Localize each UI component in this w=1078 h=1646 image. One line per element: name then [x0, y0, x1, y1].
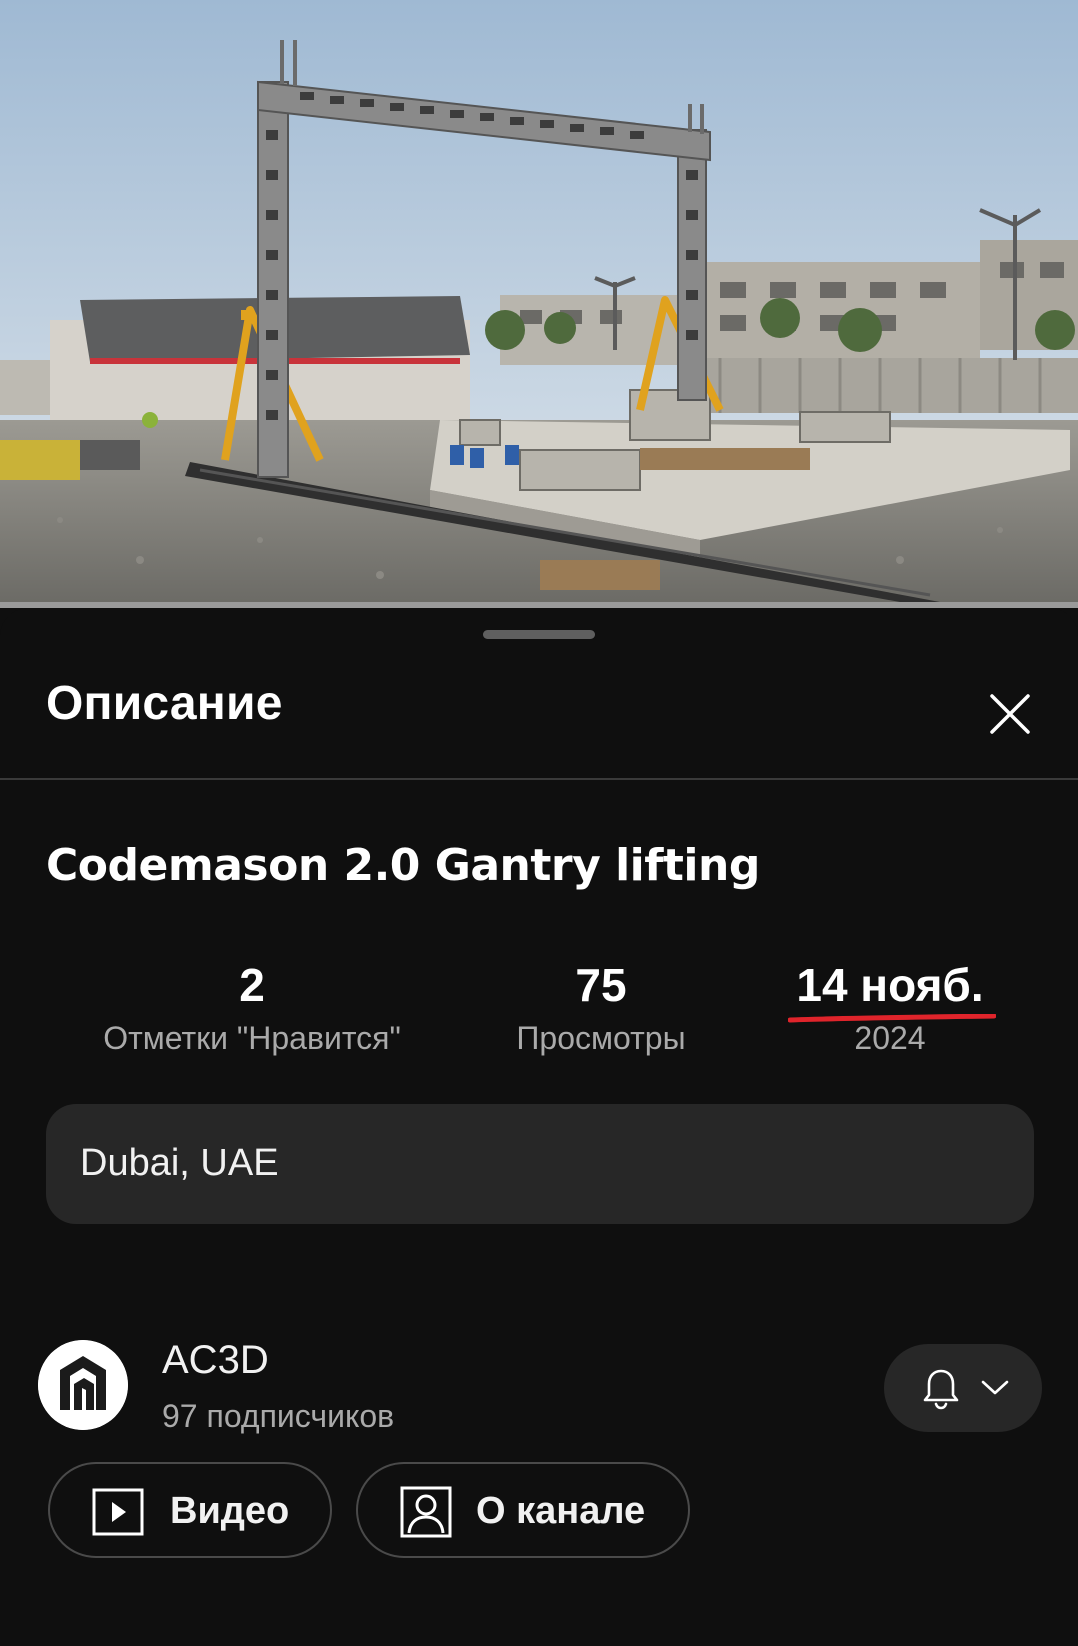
- person-icon: [400, 1486, 452, 1538]
- views-stat: 75 Просмотры: [480, 960, 722, 1058]
- publish-date: 14 нояб.: [796, 959, 984, 1011]
- views-count: 75: [575, 959, 627, 1011]
- video-frame[interactable]: [0, 0, 1078, 602]
- channel-name[interactable]: AC3D: [162, 1338, 269, 1383]
- header-divider: [0, 778, 1078, 780]
- location-text: Dubai, UAE: [80, 1142, 279, 1184]
- bell-icon: [923, 1369, 959, 1410]
- sheet-title: Описание: [46, 677, 283, 730]
- construction-site-image: [0, 0, 1078, 602]
- about-channel-button[interactable]: О канале: [356, 1462, 690, 1558]
- views-label: Просмотры: [516, 1020, 686, 1056]
- likes-stat: 2 Отметки "Нравится": [62, 960, 442, 1058]
- likes-count: 2: [239, 959, 265, 1011]
- location-box: Dubai, UAE: [46, 1104, 1034, 1224]
- video-title: Codemason 2.0 Gantry lifting: [46, 840, 760, 891]
- channel-avatar[interactable]: [38, 1340, 128, 1430]
- videos-button[interactable]: Видео: [48, 1462, 332, 1558]
- date-underline-annotation: [788, 1014, 996, 1023]
- videos-button-label: Видео: [170, 1490, 290, 1532]
- description-sheet: Описание Codemason 2.0 Gantry lifting 2 …: [0, 608, 1078, 1646]
- likes-label: Отметки "Нравится": [103, 1020, 401, 1056]
- about-button-label: О канале: [476, 1490, 646, 1532]
- subscriber-count: 97 подписчиков: [162, 1398, 395, 1434]
- close-icon: [990, 694, 1030, 734]
- close-button[interactable]: [982, 686, 1038, 742]
- date-stat: 14 нояб. 2024: [770, 960, 1010, 1058]
- notifications-button[interactable]: [884, 1344, 1042, 1432]
- video-play-icon: [92, 1488, 144, 1536]
- channel-logo: [38, 1340, 128, 1430]
- publish-year: 2024: [854, 1020, 926, 1056]
- drag-handle[interactable]: [483, 630, 595, 639]
- chevron-down-icon: [981, 1380, 1009, 1395]
